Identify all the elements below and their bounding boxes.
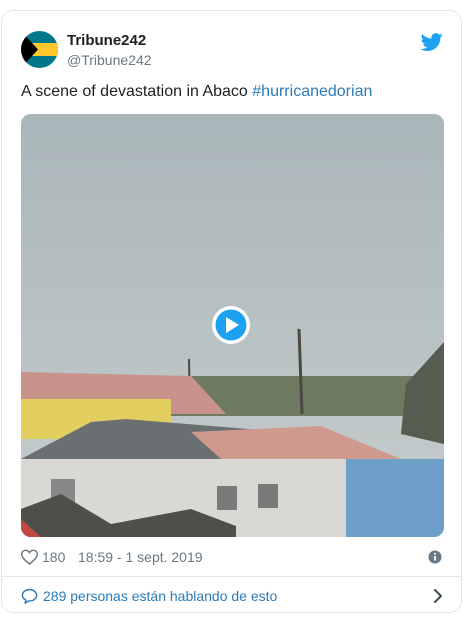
twitter-bird-icon[interactable]: [421, 31, 443, 53]
tweet-text: A scene of devastation in Abaco #hurrica…: [21, 83, 372, 101]
chat-bubble-icon: [21, 588, 38, 604]
video-thumbnail[interactable]: [21, 114, 444, 537]
tweet-card[interactable]: Tribune242 @Tribune242 A scene of devast…: [1, 10, 462, 613]
conversation-link[interactable]: 289 personas están hablando de esto: [21, 584, 444, 608]
divider: [2, 576, 461, 577]
info-icon[interactable]: [428, 550, 442, 564]
author-name[interactable]: Tribune242: [67, 32, 146, 49]
author-handle[interactable]: @Tribune242: [67, 52, 152, 68]
heart-icon[interactable]: [21, 549, 38, 565]
play-icon[interactable]: [211, 305, 251, 345]
chevron-right-icon[interactable]: [432, 589, 444, 603]
timestamp[interactable]: 18:59 - 1 sept. 2019: [78, 549, 203, 565]
avatar[interactable]: [21, 31, 58, 68]
conversation-label[interactable]: 289 personas están hablando de esto: [43, 588, 277, 604]
hashtag-link[interactable]: #hurricanedorian: [252, 83, 372, 100]
like-count[interactable]: 180: [42, 549, 65, 565]
tweet-text-body: A scene of devastation in Abaco: [21, 83, 253, 100]
tweet-meta: 180 18:59 - 1 sept. 2019: [21, 547, 444, 567]
